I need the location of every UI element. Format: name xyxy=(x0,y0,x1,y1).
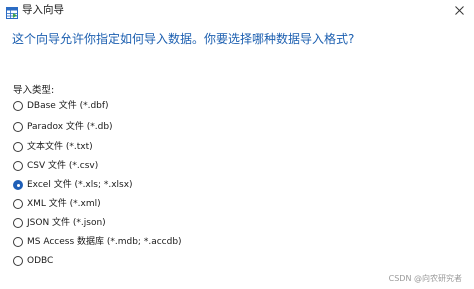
import-type-label: 导入类型: xyxy=(13,85,55,96)
radio-button[interactable] xyxy=(13,142,23,152)
option-label: CSV 文件 (*.csv) xyxy=(27,161,99,171)
watermark: CSDN @向农研究者 xyxy=(388,274,462,283)
radio-button[interactable] xyxy=(13,237,23,247)
option-label: DBase 文件 (*.dbf) xyxy=(27,101,109,111)
option-label: Excel 文件 (*.xls; *.xlsx) xyxy=(27,180,133,190)
radio-button[interactable] xyxy=(13,161,23,171)
option-excel[interactable]: Excel 文件 (*.xls; *.xlsx) xyxy=(13,178,133,192)
radio-button-selected[interactable] xyxy=(13,180,23,190)
option-text[interactable]: 文本文件 (*.txt) xyxy=(13,140,93,154)
radio-button[interactable] xyxy=(13,218,23,228)
option-ms-access[interactable]: MS Access 数据库 (*.mdb; *.accdb) xyxy=(13,235,182,249)
option-paradox[interactable]: Paradox 文件 (*.db) xyxy=(13,120,113,134)
option-odbc[interactable]: ODBC xyxy=(13,254,53,268)
radio-button[interactable] xyxy=(13,199,23,209)
wizard-headline: 这个向导允许你指定如何导入数据。你要选择哪种数据导入格式? xyxy=(12,32,355,46)
close-icon xyxy=(454,6,464,15)
option-csv[interactable]: CSV 文件 (*.csv) xyxy=(13,159,98,173)
option-json[interactable]: JSON 文件 (*.json) xyxy=(13,216,106,230)
table-wizard-icon xyxy=(6,4,18,19)
close-button[interactable] xyxy=(450,2,468,19)
option-label: Paradox 文件 (*.db) xyxy=(27,122,113,132)
import-wizard-window: 导入向导 这个向导允许你指定如何导入数据。你要选择哪种数据导入格式? 导入类型:… xyxy=(0,0,474,289)
title-bar: 导入向导 xyxy=(0,0,474,22)
radio-button[interactable] xyxy=(13,122,23,132)
option-xml[interactable]: XML 文件 (*.xml) xyxy=(13,197,101,211)
option-dbase[interactable]: DBase 文件 (*.dbf) xyxy=(13,99,109,113)
option-label: MS Access 数据库 (*.mdb; *.accdb) xyxy=(27,237,182,247)
option-label: XML 文件 (*.xml) xyxy=(27,199,101,209)
radio-button[interactable] xyxy=(13,101,23,111)
option-label: JSON 文件 (*.json) xyxy=(27,218,106,228)
option-label: 文本文件 (*.txt) xyxy=(27,142,93,152)
radio-button[interactable] xyxy=(13,256,23,266)
window-title: 导入向导 xyxy=(22,4,64,16)
option-label: ODBC xyxy=(27,256,54,266)
